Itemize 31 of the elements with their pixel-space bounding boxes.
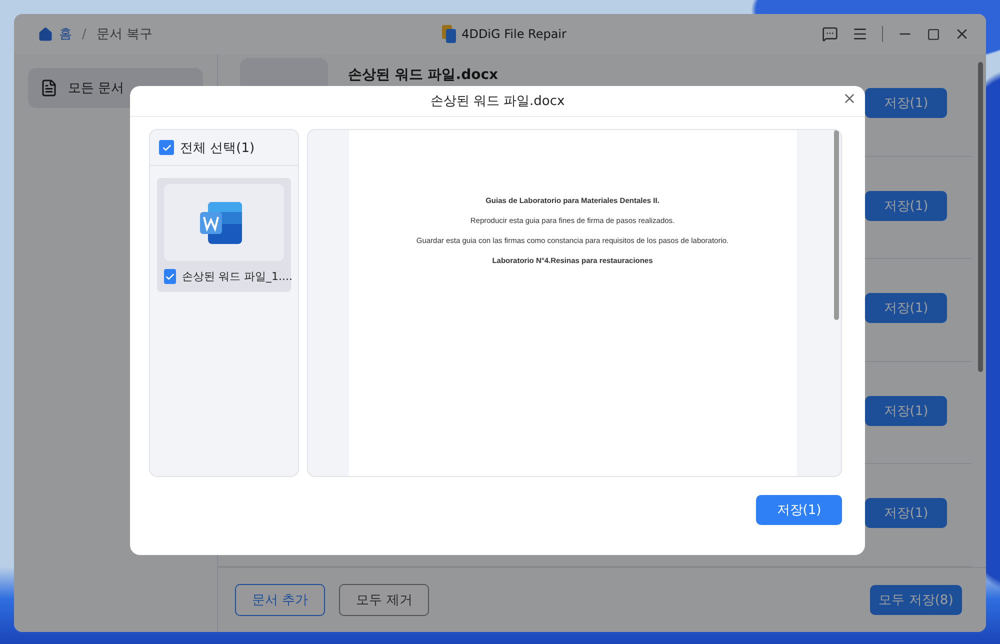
remove-all-button[interactable]: 모두 제거	[339, 584, 430, 616]
save-all-button[interactable]: 모두 저장(8)	[870, 585, 962, 615]
file-name: 손상된 워드 파일.docx	[348, 67, 498, 83]
home-icon	[38, 26, 53, 42]
dialog-title: 손상된 워드 파일.docx	[430, 93, 565, 110]
save-button[interactable]: 저장(1)	[865, 190, 947, 221]
save-button[interactable]: 저장(1)	[865, 498, 947, 528]
menu-icon[interactable]	[852, 26, 868, 42]
save-button[interactable]: 저장(1)	[756, 495, 842, 525]
feedback-icon[interactable]	[822, 26, 838, 42]
file-checkbox[interactable]	[164, 269, 176, 284]
file-name: 손상된 워드 파일_1....	[182, 269, 292, 284]
check-icon	[162, 142, 172, 152]
scrollbar[interactable]	[834, 130, 839, 320]
document-icon	[40, 79, 58, 97]
window-title: 4DDiG File Repair	[462, 27, 566, 41]
add-document-button[interactable]: 문서 추가	[235, 584, 326, 616]
maximize-icon[interactable]	[927, 28, 940, 40]
save-button[interactable]: 저장(1)	[865, 88, 947, 118]
check-icon	[165, 272, 175, 282]
file-card[interactable]: 손상된 워드 파일_1....	[157, 178, 291, 292]
select-all-label: 전체 선택(1)	[180, 140, 255, 156]
breadcrumb-current: 문서 복구	[96, 26, 153, 43]
app-logo-icon	[442, 25, 456, 43]
home-link[interactable]: 홈	[38, 25, 72, 43]
save-button[interactable]: 저장(1)	[865, 396, 947, 426]
breadcrumb-separator: /	[82, 26, 86, 42]
save-button[interactable]: 저장(1)	[865, 293, 947, 324]
select-all-checkbox[interactable]	[159, 140, 174, 155]
close-button[interactable]	[842, 91, 857, 106]
scrollbar[interactable]	[978, 62, 983, 372]
